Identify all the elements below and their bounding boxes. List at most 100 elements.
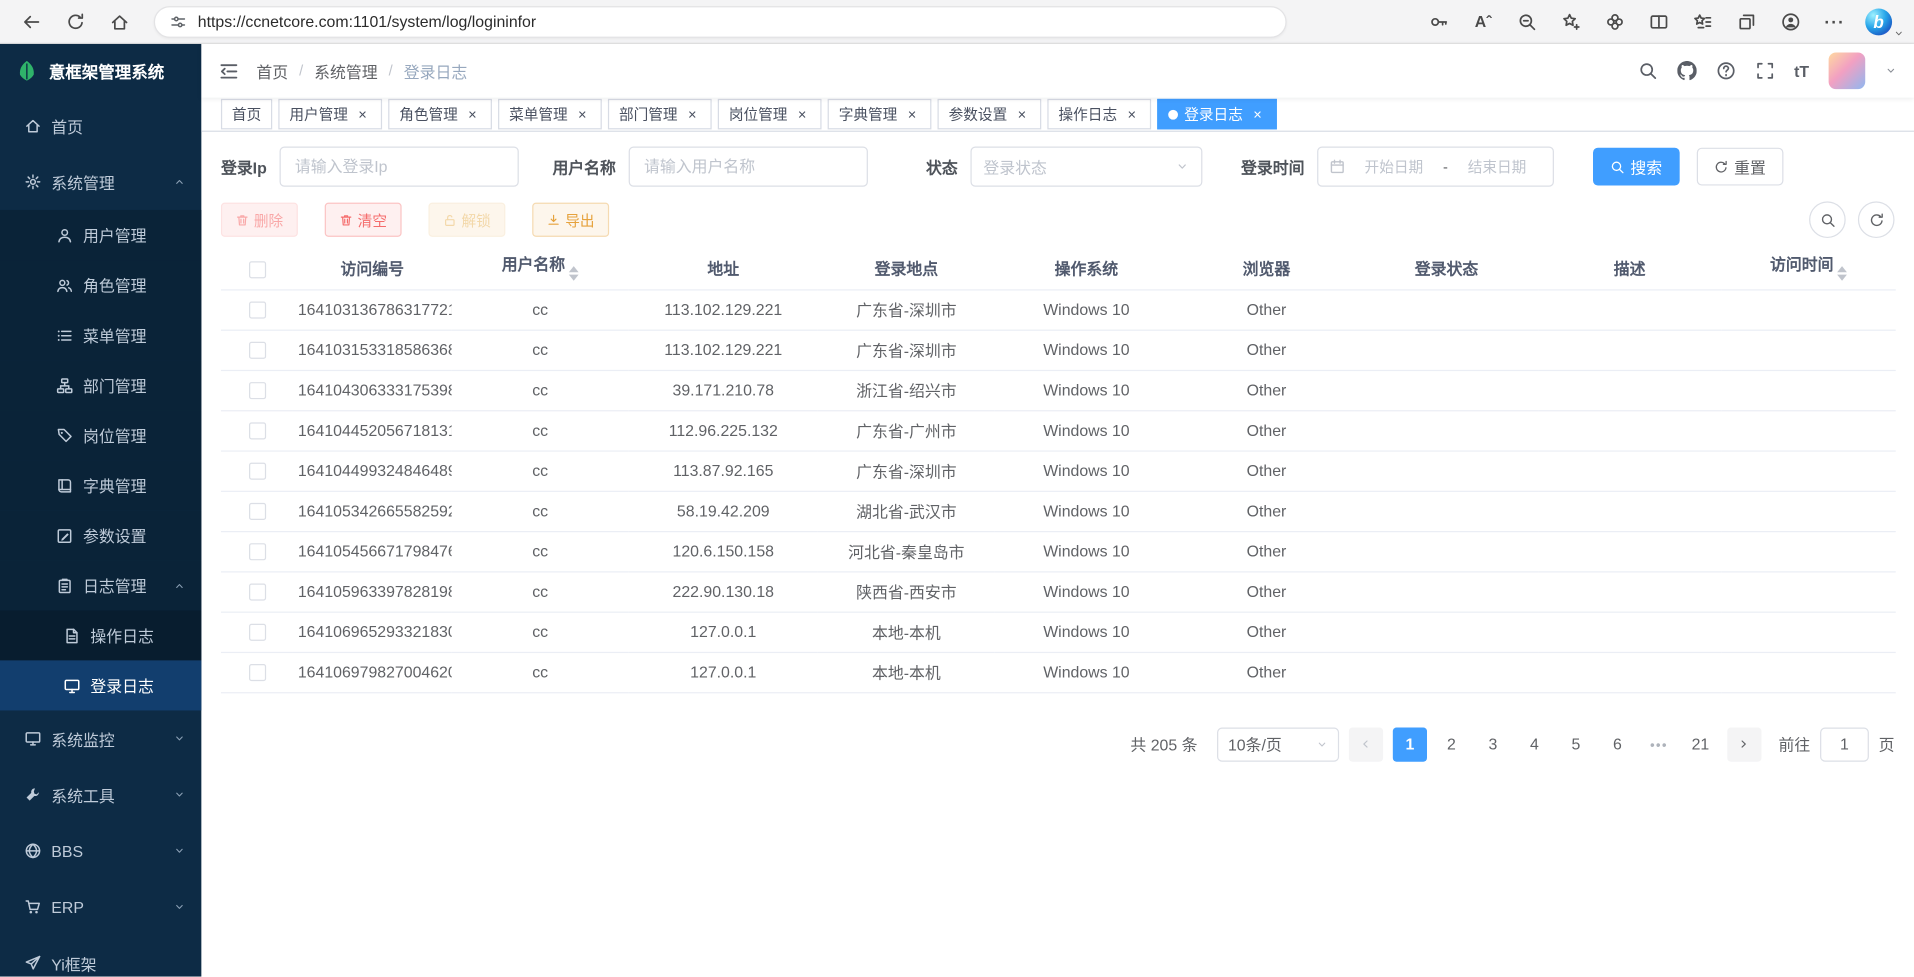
page-button-2[interactable]: 2 — [1434, 727, 1468, 761]
row-checkbox[interactable] — [248, 664, 265, 681]
sort-icon[interactable] — [1837, 261, 1847, 285]
sidebar-item-yi[interactable]: Yi框架 — [0, 935, 201, 977]
clear-button[interactable]: 清空 — [325, 203, 402, 237]
search-icon[interactable] — [1638, 61, 1658, 81]
search-button[interactable]: 搜索 — [1593, 148, 1680, 186]
tab-post[interactable]: 岗位管理 — [718, 99, 822, 130]
favorites-add-icon[interactable] — [1549, 3, 1593, 40]
sidebar-item-tool[interactable]: 系统工具 — [0, 767, 201, 823]
table-row[interactable]: 1641043063331753984cc39.171.210.78浙江省-绍兴… — [221, 370, 1896, 410]
table-row[interactable]: 1641053426655825920cc58.19.42.209湖北省-武汉市… — [221, 491, 1896, 531]
tab-close-icon[interactable] — [464, 106, 481, 123]
page-button-5[interactable]: 5 — [1559, 727, 1593, 761]
table-row[interactable]: 1641069798270046208cc127.0.0.1本地-本机Windo… — [221, 652, 1896, 692]
tab-close-icon[interactable] — [574, 106, 591, 123]
row-checkbox[interactable] — [248, 463, 265, 480]
sidebar-item-dict[interactable]: 字典管理 — [0, 460, 201, 510]
sidebar-item-menu[interactable]: 菜单管理 — [0, 310, 201, 360]
page-button-21[interactable]: 21 — [1683, 727, 1717, 761]
sidebar-item-home[interactable]: 首页 — [0, 98, 201, 154]
row-checkbox[interactable] — [248, 503, 265, 520]
page-button-4[interactable]: 4 — [1517, 727, 1551, 761]
sidebar-item-user[interactable]: 用户管理 — [0, 210, 201, 260]
read-aloud-icon[interactable]: Aˆ — [1461, 3, 1505, 40]
login-ip-input[interactable] — [279, 146, 518, 186]
delete-button[interactable]: 删除 — [221, 203, 298, 237]
chevron-down-icon[interactable] — [1893, 27, 1904, 38]
help-icon[interactable] — [1716, 61, 1736, 81]
tab-user[interactable]: 用户管理 — [278, 99, 382, 130]
site-permissions-icon[interactable] — [170, 13, 187, 30]
sidebar-item-post[interactable]: 岗位管理 — [0, 410, 201, 460]
table-row[interactable]: 1641044993248464896cc113.87.92.165广东省-深圳… — [221, 450, 1896, 490]
refresh-icon[interactable] — [54, 3, 98, 40]
tab-home[interactable]: 首页 — [221, 99, 272, 130]
table-row[interactable]: 1641031533185863680cc113.102.129.221广东省-… — [221, 330, 1896, 370]
fullscreen-icon[interactable] — [1755, 61, 1775, 81]
tab-menu[interactable]: 菜单管理 — [498, 99, 602, 130]
sidebar-item-operlog[interactable]: 操作日志 — [0, 610, 201, 660]
reset-button[interactable]: 重置 — [1696, 148, 1783, 186]
page-button-6[interactable]: 6 — [1600, 727, 1634, 761]
row-checkbox[interactable] — [248, 584, 265, 601]
refresh-table-button[interactable] — [1858, 201, 1895, 238]
favorites-bar-icon[interactable] — [1681, 3, 1725, 40]
row-checkbox[interactable] — [248, 302, 265, 319]
page-button-3[interactable]: 3 — [1476, 727, 1510, 761]
prev-page-button[interactable] — [1349, 727, 1383, 761]
table-row[interactable]: 1641031367863177216cc113.102.129.221广东省-… — [221, 289, 1896, 329]
next-page-button[interactable] — [1727, 727, 1761, 761]
sidebar-item-bbs[interactable]: BBS — [0, 823, 201, 879]
goto-page-input[interactable] — [1820, 727, 1869, 761]
extensions-icon[interactable] — [1593, 3, 1637, 40]
page-button-1[interactable]: 1 — [1393, 727, 1427, 761]
home-icon[interactable] — [98, 3, 142, 40]
sidebar-item-log[interactable]: 日志管理 — [0, 560, 201, 610]
sort-icon[interactable] — [569, 261, 579, 285]
settings-more-icon[interactable]: ··· — [1813, 3, 1857, 40]
sidebar-item-loginlog[interactable]: 登录日志 — [0, 660, 201, 710]
pager-more-icon[interactable]: ••• — [1642, 727, 1676, 761]
table-row[interactable]: 1641054566717984768cc120.6.150.158河北省-秦皇… — [221, 531, 1896, 571]
menu-fold-icon[interactable] — [219, 60, 240, 81]
breadcrumb-item-system[interactable]: 系统管理 — [314, 59, 377, 82]
export-button[interactable]: 导出 — [532, 203, 609, 237]
table-row[interactable]: 1641044520567181312cc112.96.225.132广东省-广… — [221, 410, 1896, 450]
collections-icon[interactable] — [1725, 3, 1769, 40]
column-user-name[interactable]: 用户名称 — [452, 248, 629, 290]
toggle-search-button[interactable] — [1809, 201, 1846, 238]
tab-role[interactable]: 角色管理 — [388, 99, 492, 130]
row-checkbox[interactable] — [248, 544, 265, 561]
tab-loginlog[interactable]: 登录日志 — [1157, 99, 1277, 130]
tab-close-icon[interactable] — [1013, 106, 1030, 123]
profile-icon[interactable] — [1769, 3, 1813, 40]
app-logo[interactable]: 意框架管理系统 — [0, 44, 201, 98]
username-input[interactable] — [628, 146, 867, 186]
row-checkbox[interactable] — [248, 382, 265, 399]
avatar[interactable] — [1829, 52, 1866, 89]
sidebar-item-param[interactable]: 参数设置 — [0, 510, 201, 560]
url-bar[interactable]: https://ccnetcore.com:1101/system/log/lo… — [154, 5, 1287, 37]
status-select[interactable]: 登录状态 — [970, 146, 1202, 186]
unlock-button[interactable]: 解锁 — [429, 203, 506, 237]
sidebar-item-dept[interactable]: 部门管理 — [0, 360, 201, 410]
tab-close-icon[interactable] — [684, 106, 701, 123]
sidebar-item-erp[interactable]: ERP — [0, 879, 201, 935]
tab-param[interactable]: 参数设置 — [938, 99, 1042, 130]
page-size-select[interactable]: 10条/页 — [1217, 727, 1339, 761]
row-checkbox[interactable] — [248, 423, 265, 440]
tab-operlog[interactable]: 操作日志 — [1048, 99, 1152, 130]
tab-close-icon[interactable] — [1249, 106, 1266, 123]
select-all-checkbox[interactable] — [248, 261, 265, 278]
chevron-down-icon[interactable] — [1885, 65, 1897, 77]
tab-close-icon[interactable] — [354, 106, 371, 123]
sidebar-item-role[interactable]: 角色管理 — [0, 260, 201, 310]
tab-close-icon[interactable] — [1123, 106, 1140, 123]
zoom-icon[interactable] — [1505, 3, 1549, 40]
tab-dict[interactable]: 字典管理 — [828, 99, 932, 130]
row-checkbox[interactable] — [248, 342, 265, 359]
github-icon[interactable] — [1677, 61, 1697, 81]
date-range-picker[interactable]: 开始日期 - 结束日期 — [1317, 146, 1554, 186]
tab-close-icon[interactable] — [794, 106, 811, 123]
font-size-icon[interactable]: tT — [1794, 62, 1809, 80]
